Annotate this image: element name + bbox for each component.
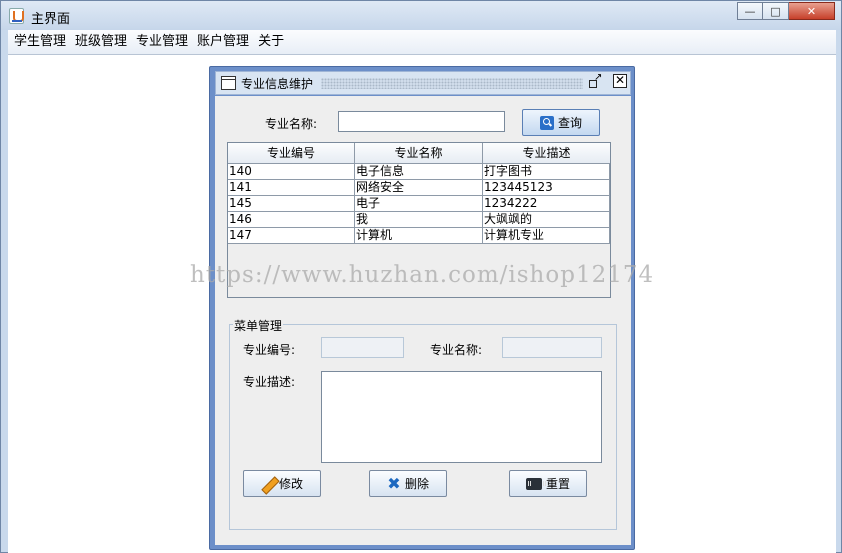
close-icon: ✕ xyxy=(806,4,817,18)
menu-about[interactable]: 关于 xyxy=(254,31,288,53)
minimize-icon: — xyxy=(744,4,756,18)
major-name-input[interactable] xyxy=(502,337,602,358)
menu-class-management[interactable]: 班级管理 xyxy=(71,31,131,53)
close-button[interactable]: ✕ xyxy=(789,2,835,20)
major-description-textarea[interactable] xyxy=(321,371,602,463)
reset-button[interactable]: 重置 xyxy=(509,470,587,497)
maximize-icon: □ xyxy=(770,4,781,18)
menu-major-management[interactable]: 专业管理 xyxy=(132,31,192,53)
cell-name: 我 xyxy=(355,212,483,227)
minimize-button[interactable]: — xyxy=(737,2,763,20)
window-title: 主界面 xyxy=(31,12,71,27)
column-header-description[interactable]: 专业描述 xyxy=(483,143,610,163)
menubar: 学生管理 班级管理 专业管理 账户管理 关于 xyxy=(8,30,836,55)
search-name-label: 专业名称: xyxy=(265,117,318,131)
cell-description: 打字图书 xyxy=(483,164,610,179)
major-id-label: 专业编号: xyxy=(243,343,296,357)
search-button[interactable]: 查询 xyxy=(522,109,600,136)
column-header-id[interactable]: 专业编号 xyxy=(228,143,355,163)
search-name-input[interactable] xyxy=(338,111,505,132)
java-app-icon xyxy=(9,8,24,24)
frame-window-icon xyxy=(221,76,236,90)
table-row[interactable]: 140 电子信息 打字图书 xyxy=(228,164,610,180)
column-header-name[interactable]: 专业名称 xyxy=(355,143,483,163)
delete-button-label: 删除 xyxy=(404,477,429,491)
edit-button-label: 修改 xyxy=(278,477,303,491)
delete-x-icon: ✖ xyxy=(387,473,401,493)
cell-description: 计算机专业 xyxy=(483,228,610,243)
major-description-label: 专业描述: xyxy=(243,375,296,389)
cell-description: 大飒飒的 xyxy=(483,212,610,227)
cell-name: 网络安全 xyxy=(355,180,483,195)
major-name-label: 专业名称: xyxy=(430,343,483,357)
cell-id: 145 xyxy=(228,196,355,211)
reset-button-label: 重置 xyxy=(545,477,570,491)
titlebar-grip xyxy=(321,78,583,89)
table-row[interactable]: 141 网络安全 123445123 xyxy=(228,180,610,196)
major-table[interactable]: 专业编号 专业名称 专业描述 140 电子信息 打字图书 141 网络安全 12… xyxy=(227,142,611,298)
cell-name: 电子信息 xyxy=(355,164,483,179)
major-id-input[interactable] xyxy=(321,337,404,358)
cell-id: 146 xyxy=(228,212,355,227)
cell-name: 电子 xyxy=(355,196,483,211)
frame-titlebar[interactable]: 专业信息维护 ✕ xyxy=(215,71,631,95)
table-row[interactable]: 147 计算机 计算机专业 xyxy=(228,228,610,244)
cell-name: 计算机 xyxy=(355,228,483,243)
cell-description: 123445123 xyxy=(483,180,610,195)
search-icon xyxy=(539,115,554,130)
cell-id: 141 xyxy=(228,180,355,195)
frame-close-icon[interactable]: ✕ xyxy=(613,74,627,88)
search-button-label: 查询 xyxy=(557,116,582,130)
pencil-icon xyxy=(261,477,275,491)
menu-student-management[interactable]: 学生管理 xyxy=(10,31,70,53)
menu-account-management[interactable]: 账户管理 xyxy=(193,31,253,53)
group-legend: 菜单管理 xyxy=(233,317,284,334)
table-row[interactable]: 146 我 大飒飒的 xyxy=(228,212,610,228)
table-header: 专业编号 专业名称 专业描述 xyxy=(228,143,610,164)
maximize-button[interactable]: □ xyxy=(763,2,789,20)
cell-description: 1234222 xyxy=(483,196,610,211)
restore-icon[interactable] xyxy=(588,72,602,89)
delete-button[interactable]: ✖ 删除 xyxy=(369,470,447,497)
cell-id: 140 xyxy=(228,164,355,179)
cell-id: 147 xyxy=(228,228,355,243)
major-info-frame: 专业信息维护 ✕ 专业名称: 查询 专业编号 专业名称 专业描述 140 电子信… xyxy=(209,66,635,550)
table-body: 140 电子信息 打字图书 141 网络安全 123445123 145 电子 … xyxy=(228,164,610,244)
edit-button[interactable]: 修改 xyxy=(243,470,321,497)
frame-body: 专业名称: 查询 专业编号 专业名称 专业描述 140 电子信息 打字图书 14… xyxy=(215,96,631,545)
table-row[interactable]: 145 电子 1234222 xyxy=(228,196,610,212)
window-titlebar[interactable]: 主界面 — □ ✕ xyxy=(1,1,841,30)
reset-icon xyxy=(525,477,546,490)
frame-title: 专业信息维护 xyxy=(241,77,314,91)
caption-buttons: — □ ✕ xyxy=(737,2,835,20)
